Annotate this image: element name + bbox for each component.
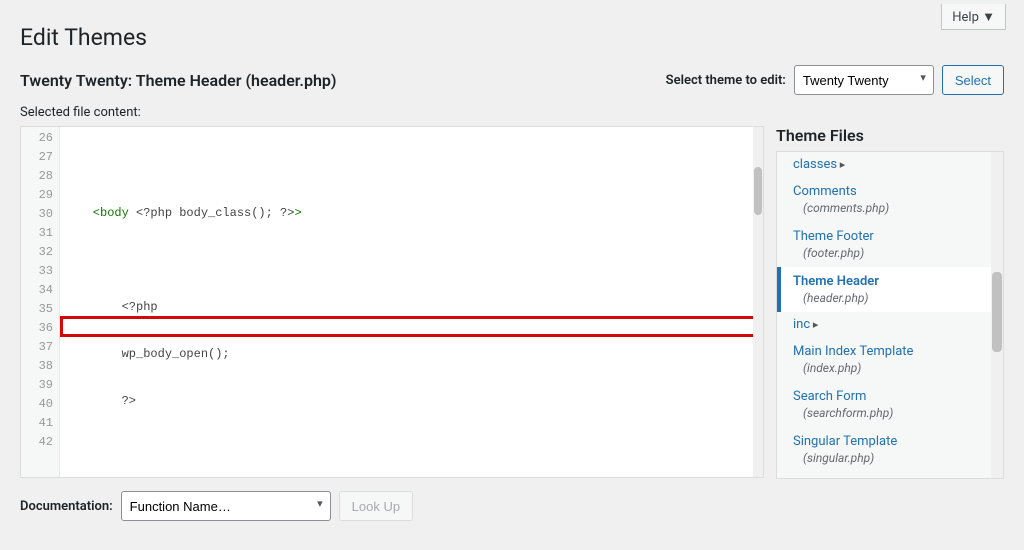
highlight-box — [60, 316, 763, 337]
select-button[interactable]: Select — [942, 65, 1004, 95]
file-header[interactable]: Theme Header(header.php) — [777, 267, 1003, 312]
file-searchform[interactable]: Search Form(searchform.php) — [777, 382, 1003, 427]
files-scrollbar[interactable] — [991, 152, 1003, 478]
file-index[interactable]: Main Index Template(index.php) — [777, 337, 1003, 382]
theme-select[interactable]: Twenty Twenty — [794, 65, 934, 95]
code-editor[interactable]: 2627282930313233343536373839404142 <body… — [20, 126, 764, 478]
select-theme-form: Select theme to edit: Twenty Twenty Sele… — [666, 65, 1004, 95]
help-tab[interactable]: Help ▼ — [941, 4, 1006, 30]
code-area[interactable]: <body <?php body_class(); ?>> <?php wp_b… — [60, 127, 763, 477]
line-gutter: 2627282930313233343536373839404142 — [21, 127, 60, 477]
editor-scrollbar[interactable] — [753, 127, 763, 477]
selected-file-label: Selected file content: — [20, 105, 1004, 120]
theme-files-list: classes Comments(comments.php) Theme Foo… — [776, 151, 1004, 479]
file-singular[interactable]: Singular Template(singular.php) — [777, 427, 1003, 472]
documentation-label: Documentation: — [20, 499, 113, 514]
theme-files-title: Theme Files — [776, 126, 1004, 145]
file-comments[interactable]: Comments(comments.php) — [777, 177, 1003, 222]
file-footer[interactable]: Theme Footer(footer.php) — [777, 222, 1003, 267]
documentation-select[interactable]: Function Name… — [121, 491, 331, 521]
page-title: Edit Themes — [20, 24, 1004, 51]
folder-classes[interactable]: classes — [777, 152, 1003, 177]
file-title: Twenty Twenty: Theme Header (header.php) — [20, 71, 336, 90]
folder-inc[interactable]: inc — [777, 312, 1003, 337]
lookup-button[interactable]: Look Up — [339, 491, 413, 521]
select-theme-label: Select theme to edit: — [666, 73, 786, 88]
